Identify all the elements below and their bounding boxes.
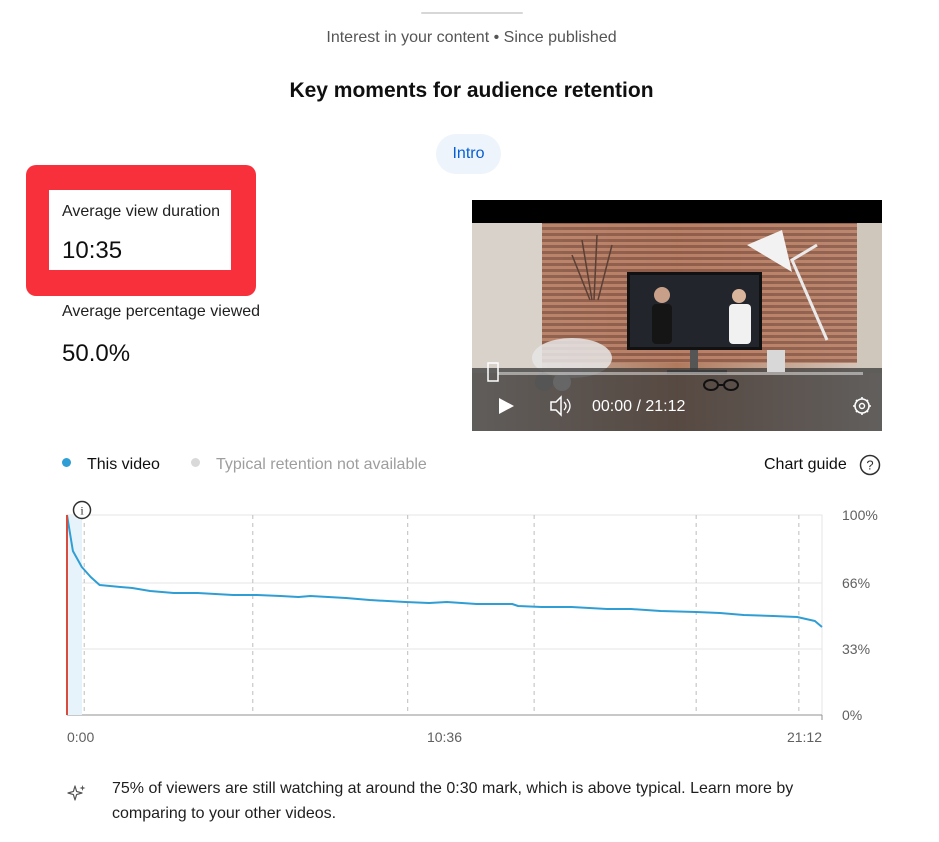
page-subtitle: Interest in your content • Since publish… bbox=[326, 29, 617, 46]
video-player[interactable]: 00:00 / 21:12 bbox=[472, 200, 882, 431]
info-marker-icon[interactable]: i bbox=[72, 500, 92, 520]
avg-view-duration-label: Average view duration bbox=[62, 203, 221, 220]
section-title: Key moments for audience retention bbox=[289, 79, 654, 102]
progress-bar[interactable] bbox=[498, 372, 863, 375]
retention-chart[interactable]: 100% 66% 33% 0% 0:00 10:36 21:12 i bbox=[0, 495, 939, 755]
legend-label-this-video: This video bbox=[87, 456, 160, 473]
chip-intro[interactable]: Intro bbox=[436, 134, 501, 174]
x-tick-label: 21:12 bbox=[787, 729, 822, 745]
svg-text:?: ? bbox=[866, 458, 873, 473]
video-frame: 00:00 / 21:12 bbox=[472, 200, 882, 431]
sheet-handle bbox=[421, 12, 523, 14]
help-icon[interactable]: ? bbox=[859, 454, 881, 476]
legend-typical: Typical retention not available bbox=[191, 456, 427, 474]
y-tick-label: 0% bbox=[842, 707, 862, 723]
legend-this-video: This video bbox=[62, 456, 160, 474]
avg-percentage-value: 50.0% bbox=[62, 340, 131, 367]
y-tick-label: 33% bbox=[842, 641, 870, 657]
insight-text: 75% of viewers are still watching at aro… bbox=[112, 780, 794, 822]
legend-label-typical: Typical retention not available bbox=[216, 456, 427, 473]
avg-view-duration-value: 10:35 bbox=[62, 237, 123, 264]
legend-dot-typical bbox=[191, 458, 200, 468]
x-tick-label: 10:36 bbox=[427, 729, 462, 745]
y-tick-label: 66% bbox=[842, 575, 870, 591]
plot-frame bbox=[66, 514, 823, 716]
chart-guide-link[interactable]: Chart guide bbox=[764, 456, 847, 474]
intro-highlight-band bbox=[67, 515, 82, 715]
video-time: 00:00 / 21:12 bbox=[592, 398, 686, 415]
avg-percentage-label: Average percentage viewed bbox=[62, 303, 261, 320]
series-line-this-video[interactable] bbox=[66, 514, 823, 628]
legend-dot-this-video bbox=[62, 458, 71, 468]
sparkle-icon bbox=[67, 785, 86, 801]
y-tick-label: 100% bbox=[842, 507, 878, 523]
x-tick-label: 0:00 bbox=[67, 729, 94, 745]
